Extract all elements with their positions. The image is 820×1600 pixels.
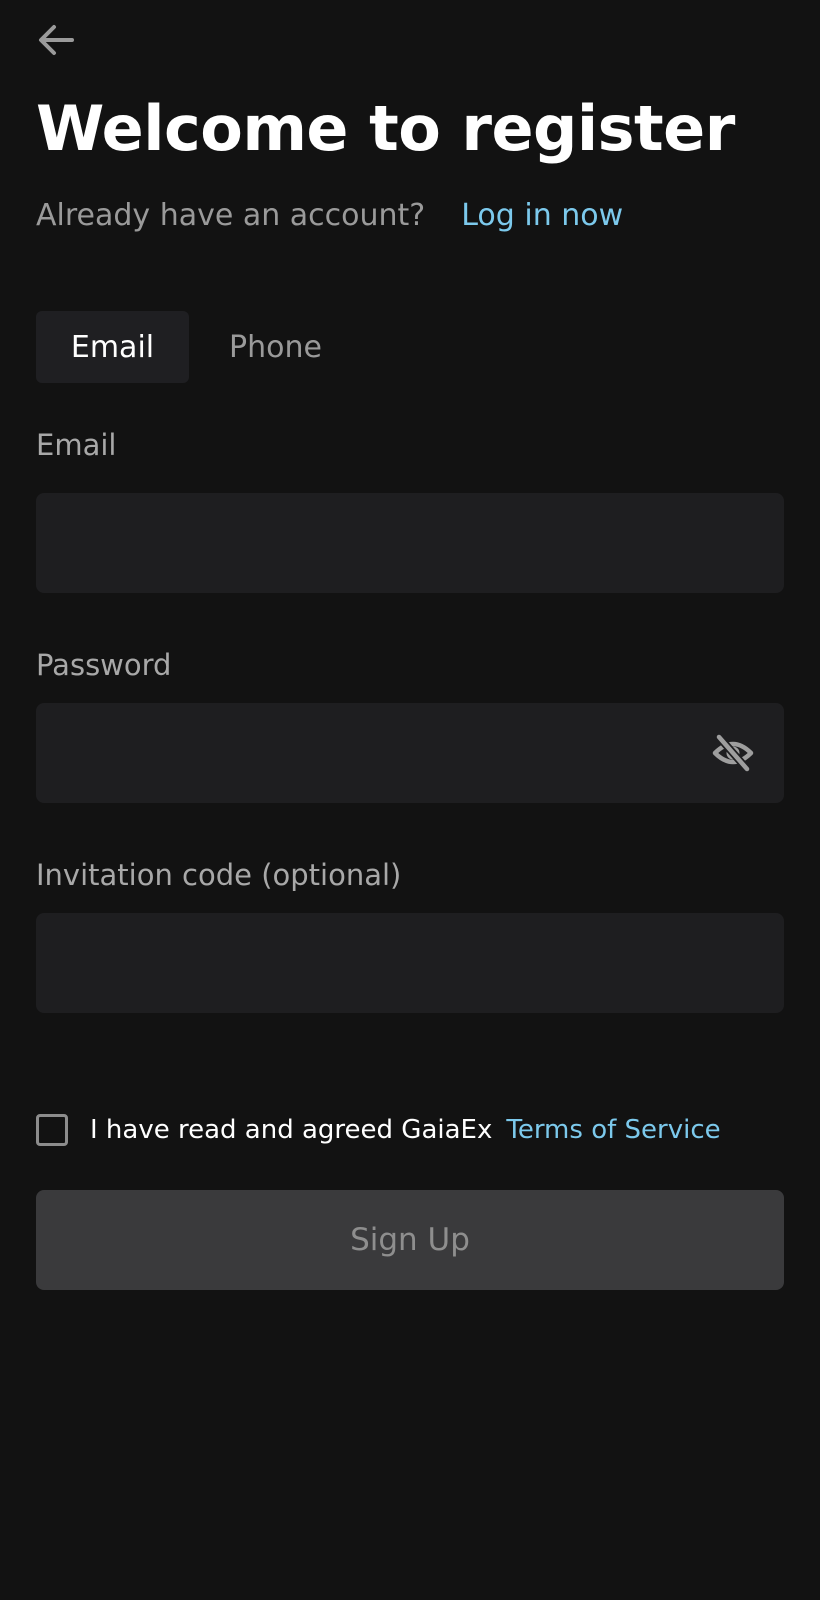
terms-text: I have read and agreed GaiaEx (90, 1115, 493, 1145)
invitation-code-label: Invitation code (optional) (36, 858, 402, 892)
eye-off-icon (712, 734, 754, 772)
sign-up-button[interactable]: Sign Up (36, 1190, 784, 1290)
email-field-container (36, 493, 784, 593)
page-title: Welcome to register (36, 92, 735, 165)
arrow-left-icon (39, 25, 74, 55)
terms-agreement: I have read and agreed GaiaEx Terms of S… (36, 1114, 721, 1146)
account-question: Already have an account? (36, 198, 426, 233)
terms-checkbox[interactable] (36, 1114, 68, 1146)
login-prompt: Already have an account? Log in now (36, 198, 623, 233)
password-label: Password (36, 648, 172, 682)
invitation-code-field[interactable] (36, 913, 784, 1013)
email-field[interactable] (36, 493, 784, 593)
invitation-code-container (36, 913, 784, 1013)
login-link[interactable]: Log in now (461, 198, 623, 233)
back-button[interactable] (36, 20, 80, 60)
email-label: Email (36, 428, 117, 462)
terms-of-service-link[interactable]: Terms of Service (506, 1115, 720, 1145)
tab-phone[interactable]: Phone (199, 311, 352, 383)
password-visibility-toggle[interactable] (712, 733, 754, 773)
password-field[interactable] (36, 703, 784, 803)
tab-email[interactable]: Email (36, 311, 189, 383)
password-field-container (36, 703, 784, 803)
register-method-tabs: Email Phone (36, 311, 352, 383)
